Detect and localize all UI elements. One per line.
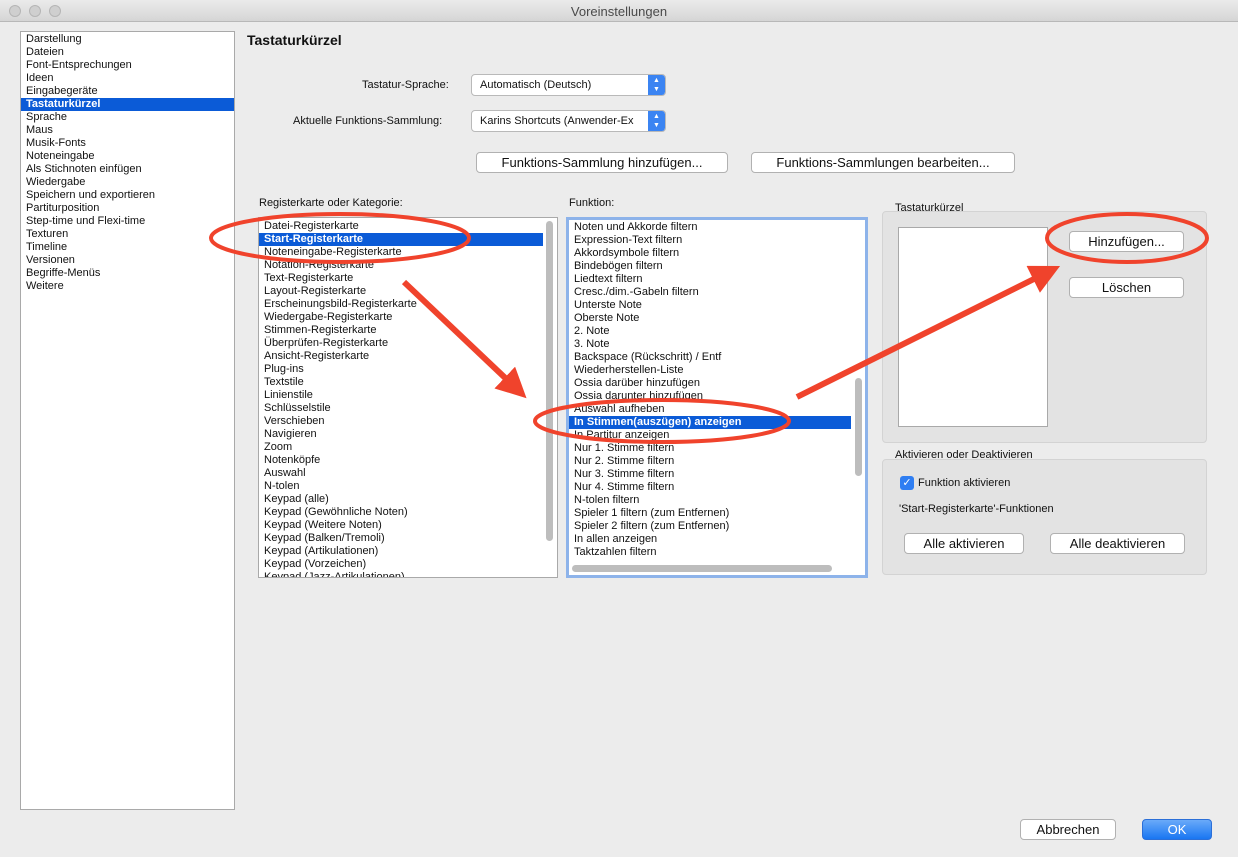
highlight-ellipse-add-button: [1045, 212, 1209, 264]
annotation-overlay: [209, 212, 1209, 444]
highlight-ellipse-function: [533, 398, 791, 444]
arrow-to-add-button: [795, 265, 1061, 400]
arrow-to-function: [401, 279, 527, 399]
highlight-ellipse-category: [209, 212, 471, 264]
